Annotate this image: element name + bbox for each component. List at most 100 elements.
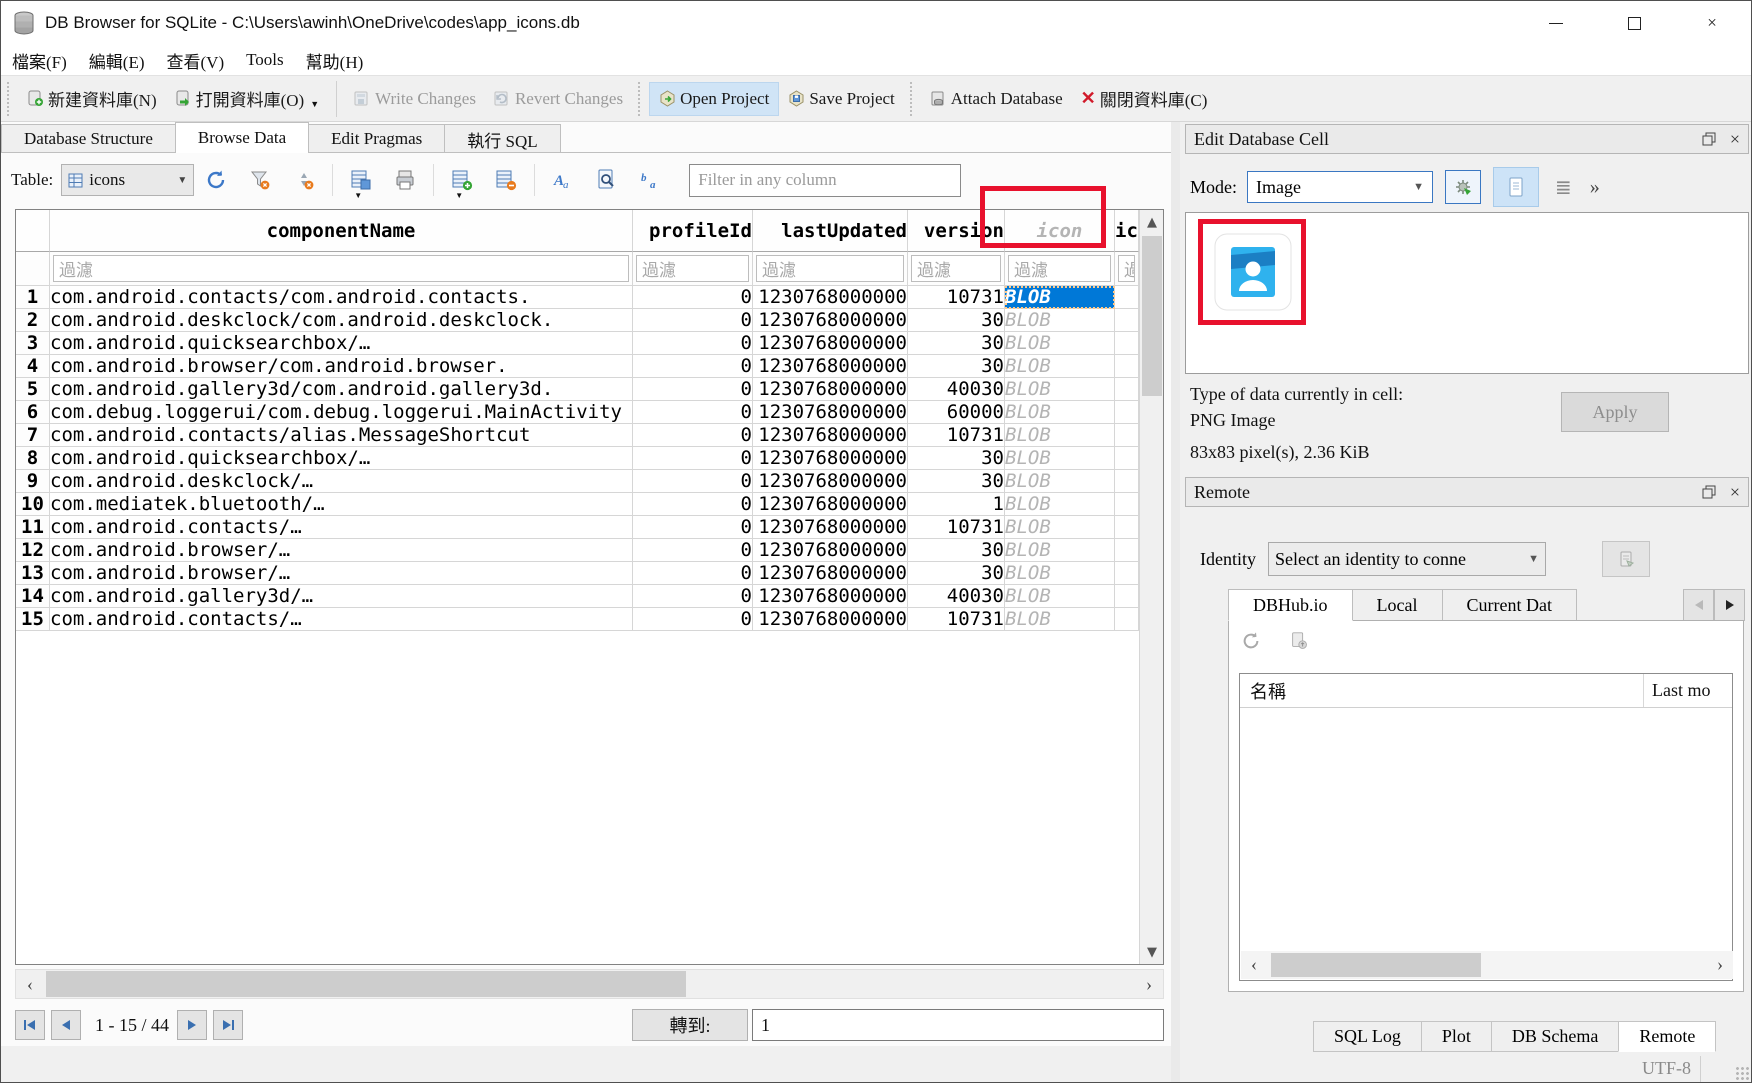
cell-componentName[interactable]: com.debug.loggerui/com.debug.loggerui.Ma… (50, 401, 633, 424)
cell-profileId[interactable]: 0 (633, 516, 753, 539)
row-number[interactable]: 12 (16, 539, 50, 562)
scroll-down-icon[interactable]: ▼ (1140, 940, 1164, 964)
remote-col-name[interactable]: 名稱 (1240, 674, 1644, 707)
cell-icon[interactable]: BLOB (1005, 562, 1115, 585)
cell-icon[interactable]: BLOB (1005, 378, 1115, 401)
cell-profileId[interactable]: 0 (633, 608, 753, 631)
row-number[interactable]: 4 (16, 355, 50, 378)
row-number[interactable]: 9 (16, 470, 50, 493)
cell-ic2[interactable] (1115, 493, 1139, 516)
more-tools-icon[interactable]: » (1590, 176, 1600, 199)
cell-lastUpdated[interactable]: 1230768000000 (753, 332, 908, 355)
filter-input-profileId[interactable]: 過濾 (636, 255, 749, 282)
row-number[interactable]: 14 (16, 585, 50, 608)
cell-version[interactable]: 30 (908, 562, 1005, 585)
cell-lastUpdated[interactable]: 1230768000000 (753, 539, 908, 562)
attach-database-button[interactable]: Attach Database (921, 83, 1072, 115)
filter-input-lastUpdated[interactable]: 過濾 (756, 255, 904, 282)
new-database-button[interactable]: 新建資料庫(N) (18, 80, 166, 117)
dock-tab-db-schema[interactable]: DB Schema (1491, 1021, 1619, 1052)
clear-filters-icon[interactable] (249, 169, 271, 191)
cell-version[interactable]: 10731 (908, 424, 1005, 447)
save-results-button[interactable]: ▼ (350, 169, 372, 191)
row-number[interactable]: 15 (16, 608, 50, 631)
scroll-thumb[interactable] (1142, 236, 1162, 396)
cell-icon[interactable]: BLOB (1005, 470, 1115, 493)
tab-database-structure[interactable]: Database Structure (1, 124, 176, 153)
cell-version[interactable]: 30 (908, 539, 1005, 562)
cell-icon[interactable]: BLOB (1005, 424, 1115, 447)
dock-tab-plot[interactable]: Plot (1421, 1021, 1492, 1052)
cell-profileId[interactable]: 0 (633, 470, 753, 493)
row-number[interactable]: 8 (16, 447, 50, 470)
remote-hscrollbar[interactable]: ‹ › (1241, 951, 1733, 979)
cell-lastUpdated[interactable]: 1230768000000 (753, 401, 908, 424)
column-header-componentName[interactable]: componentName (50, 210, 633, 252)
menu-edit[interactable]: 編輯(E) (78, 46, 156, 75)
cell-profileId[interactable]: 0 (633, 401, 753, 424)
identity-select[interactable]: Select an identity to conne▼ (1268, 542, 1546, 576)
cell-lastUpdated[interactable]: 1230768000000 (753, 309, 908, 332)
filter-any-column-input[interactable]: Filter in any column (689, 164, 961, 197)
cell-profileId[interactable]: 0 (633, 424, 753, 447)
mode-select[interactable]: Image▼ (1247, 171, 1433, 203)
dock-tab-sql-log[interactable]: SQL Log (1313, 1021, 1422, 1052)
cell-icon[interactable]: BLOB (1005, 516, 1115, 539)
menu-file[interactable]: 檔案(F) (1, 46, 78, 75)
cell-icon[interactable]: BLOB (1005, 539, 1115, 562)
open-database-button[interactable]: 打開資料庫(O) ▼ (166, 80, 329, 117)
cell-ic2[interactable] (1115, 424, 1139, 447)
cell-version[interactable]: 30 (908, 447, 1005, 470)
cell-lastUpdated[interactable]: 1230768000000 (753, 516, 908, 539)
save-project-button[interactable]: Save Project (779, 83, 903, 115)
delete-record-icon[interactable] (495, 169, 517, 191)
cell-ic2[interactable] (1115, 309, 1139, 332)
encoding-status[interactable]: UTF-8 (1642, 1058, 1691, 1079)
close-database-button[interactable]: ✕ 關閉資料庫(C) (1072, 80, 1217, 117)
cell-lastUpdated[interactable]: 1230768000000 (753, 608, 908, 631)
cell-profileId[interactable]: 0 (633, 539, 753, 562)
cell-ic2[interactable] (1115, 608, 1139, 631)
cell-componentName[interactable]: com.android.browser/… (50, 562, 633, 585)
column-header-ic[interactable]: ic (1115, 210, 1139, 252)
cell-version[interactable]: 30 (908, 470, 1005, 493)
cell-componentName[interactable]: com.android.quicksearchbox/… (50, 447, 633, 470)
cell-profileId[interactable]: 0 (633, 309, 753, 332)
cell-componentName[interactable]: com.android.contacts/alias.MessageShortc… (50, 424, 633, 447)
hscroll-thumb[interactable] (46, 971, 686, 997)
remote-scroll-left-icon[interactable]: ‹ (1241, 951, 1267, 977)
toolbar-drag-handle[interactable] (7, 82, 12, 116)
row-number[interactable]: 6 (16, 401, 50, 424)
revert-changes-button[interactable]: Revert Changes (485, 83, 632, 115)
cell-icon[interactable]: BLOB (1005, 585, 1115, 608)
filter-input-componentName[interactable]: 過濾 (53, 255, 629, 282)
cell-componentName[interactable]: com.android.browser/… (50, 539, 633, 562)
remote-refresh-icon[interactable] (1241, 631, 1261, 651)
remote-tab-current-dat[interactable]: Current Dat (1442, 589, 1577, 621)
cell-componentName[interactable]: com.android.gallery3d/com.android.galler… (50, 378, 633, 401)
row-number[interactable]: 13 (16, 562, 50, 585)
cell-icon[interactable]: BLOB (1005, 309, 1115, 332)
scroll-left-icon[interactable]: ‹ (16, 970, 44, 998)
remote-hscroll-thumb[interactable] (1271, 953, 1481, 977)
column-header-rownum[interactable] (16, 210, 50, 252)
cell-version[interactable]: 30 (908, 355, 1005, 378)
cell-version[interactable]: 10731 (908, 516, 1005, 539)
font-settings-icon[interactable]: Aa (552, 169, 574, 191)
auto-switch-mode-button[interactable] (1445, 170, 1481, 204)
close-panel-icon[interactable]: × (1730, 129, 1740, 150)
cell-icon[interactable]: BLOB (1005, 608, 1115, 631)
grid-vertical-scrollbar[interactable]: ▲ ▼ (1139, 210, 1163, 964)
resize-grip[interactable] (1735, 1066, 1749, 1080)
cell-profileId[interactable]: 0 (633, 493, 753, 516)
remote-tab-local[interactable]: Local (1352, 589, 1443, 621)
cell-profileId[interactable]: 0 (633, 378, 753, 401)
cell-lastUpdated[interactable]: 1230768000000 (753, 470, 908, 493)
cell-version[interactable]: 10731 (908, 608, 1005, 631)
print-icon[interactable] (394, 169, 416, 191)
prev-page-button[interactable] (51, 1010, 81, 1040)
cell-profileId[interactable]: 0 (633, 332, 753, 355)
filter-input-icon[interactable]: 過濾 (1008, 255, 1111, 282)
cell-profileId[interactable]: 0 (633, 447, 753, 470)
close-button[interactable]: × (1673, 1, 1751, 45)
